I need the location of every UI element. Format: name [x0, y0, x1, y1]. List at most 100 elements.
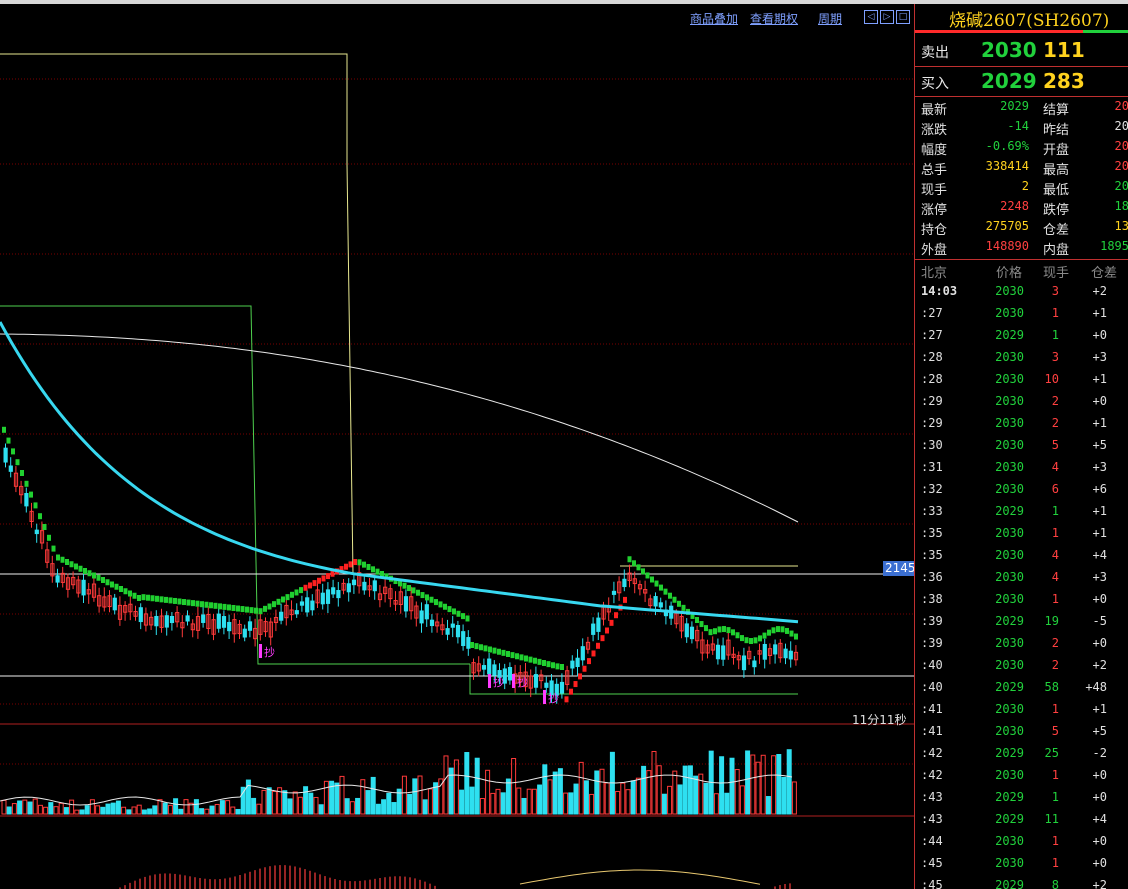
ribbon-block — [425, 594, 429, 601]
ribbon-block — [2, 426, 6, 433]
tick-row[interactable]: :44 2030 1 +0 — [915, 830, 1128, 852]
tick-row[interactable]: :28 2030 10 +1 — [915, 368, 1128, 390]
tick-row[interactable]: :27 2029 1 +0 — [915, 324, 1128, 346]
tick-row[interactable]: :28 2030 3 +3 — [915, 346, 1128, 368]
separator — [915, 66, 1128, 67]
tick-price: 2030 — [995, 460, 1024, 474]
tick-row[interactable]: :27 2030 1 +1 — [915, 302, 1128, 324]
tick-row[interactable]: :45 2030 1 +0 — [915, 852, 1128, 874]
tick-price: 2030 — [995, 438, 1024, 452]
volume-bar — [219, 800, 225, 815]
tick-row[interactable]: :43 2029 11 +4 — [915, 808, 1128, 830]
overlay-link[interactable]: 商品叠加 — [690, 10, 738, 27]
ribbon-block — [303, 584, 308, 591]
ribbon-block — [182, 599, 186, 606]
ribbon-block — [483, 645, 488, 652]
tick-price: 2029 — [995, 812, 1024, 826]
quote-value: 148890 — [985, 239, 1029, 253]
candle-body — [507, 667, 513, 681]
tick-time: :40 — [921, 680, 943, 694]
ribbon-block — [497, 648, 501, 655]
quote-value: 13 — [1114, 219, 1128, 233]
tick-row[interactable]: :35 2030 4 +4 — [915, 544, 1128, 566]
tick-row[interactable]: :35 2030 1 +1 — [915, 522, 1128, 544]
volume-bar — [115, 800, 121, 815]
ribbon-block — [24, 480, 29, 487]
volume-bar — [583, 780, 589, 815]
candlestick-chart[interactable]: 抄抄 抄抄 — [0, 4, 914, 889]
volume-bars — [0, 749, 797, 815]
ribbon-block — [713, 628, 717, 635]
tick-row[interactable]: :41 2030 5 +5 — [915, 720, 1128, 742]
tick-row[interactable]: :42 2029 25 -2 — [915, 742, 1128, 764]
tick-row[interactable]: :42 2030 1 +0 — [915, 764, 1128, 786]
tick-time: :38 — [921, 592, 943, 606]
candle-body — [3, 447, 8, 463]
volume-bar — [17, 800, 23, 815]
tick-row[interactable]: :30 2030 5 +5 — [915, 434, 1128, 456]
tick-row[interactable]: :41 2030 1 +1 — [915, 698, 1128, 720]
tick-row[interactable]: :39 2030 2 +0 — [915, 632, 1128, 654]
ribbon-block — [465, 615, 470, 622]
volume-bar — [303, 786, 309, 815]
tick-price: 2030 — [995, 658, 1024, 672]
volume-bar — [173, 798, 179, 815]
volume-bar — [417, 775, 423, 815]
separator — [915, 259, 1128, 260]
tick-row[interactable]: :40 2029 58 +48 — [915, 676, 1128, 698]
candle-body — [138, 607, 143, 623]
tick-volume: 1 — [1051, 306, 1059, 320]
ribbon-block — [96, 574, 101, 581]
ribbon-block — [146, 594, 150, 601]
candle-body — [112, 597, 117, 611]
ribbon-block — [668, 592, 672, 599]
quote-label: 最高 — [1043, 163, 1070, 178]
volume-bar — [381, 799, 387, 815]
volume-bar — [126, 809, 132, 815]
ribbon-block — [15, 459, 20, 466]
tick-row[interactable]: :36 2030 4 +3 — [915, 566, 1128, 588]
sell-price[interactable]: 2030 — [981, 38, 1037, 62]
buy-price[interactable]: 2029 — [981, 69, 1037, 93]
quote-panel: 烧碱2607(SH2607) 卖出 2030 111 买入 2029 283 最… — [914, 4, 1128, 889]
period-link[interactable]: 周期 — [818, 10, 842, 27]
tick-volume: 1 — [1051, 702, 1059, 716]
tick-row[interactable]: :43 2029 1 +0 — [915, 786, 1128, 808]
window-icon[interactable]: □ — [896, 10, 910, 24]
ribbon-block — [249, 607, 254, 614]
quote-value: 1895 — [1100, 239, 1128, 253]
arrow-left-icon[interactable]: ◁ — [864, 10, 878, 24]
ribbon-block — [330, 570, 335, 577]
tick-row[interactable]: :40 2030 2 +2 — [915, 654, 1128, 676]
arrow-right-icon[interactable]: ▷ — [880, 10, 894, 24]
volume-bar — [240, 786, 246, 815]
ribbon-block — [240, 606, 245, 613]
tick-row[interactable]: :32 2030 6 +6 — [915, 478, 1128, 500]
kline-chart-area[interactable]: 抄抄抄抄 商品叠加 查看期权 周期 ◁ ▷ □ 2145 11分11秒 — [0, 4, 918, 889]
volume-bar — [235, 808, 241, 815]
ribbon-block — [582, 665, 587, 672]
tick-row[interactable]: :39 2029 19 -5 — [915, 610, 1128, 632]
tick-row[interactable]: 14:03 2030 3 +2 — [915, 280, 1128, 302]
tick-oi: +1 — [1092, 372, 1107, 386]
tick-row[interactable]: :29 2030 2 +0 — [915, 390, 1128, 412]
tick-oi: +0 — [1092, 328, 1107, 342]
tick-row[interactable]: :38 2030 1 +0 — [915, 588, 1128, 610]
tick-row[interactable]: :29 2030 2 +1 — [915, 412, 1128, 434]
tick-price: 2030 — [995, 768, 1024, 782]
volume-bar — [547, 779, 553, 815]
candle-body — [559, 681, 565, 694]
volume-bar — [781, 776, 787, 815]
volume-bar — [344, 798, 350, 815]
tick-price: 2030 — [995, 570, 1024, 584]
tick-oi: -2 — [1092, 746, 1107, 760]
tick-row[interactable]: :33 2029 1 +1 — [915, 500, 1128, 522]
tick-price: 2029 — [995, 790, 1024, 804]
candle-body — [461, 631, 466, 647]
tick-row[interactable]: :31 2030 4 +3 — [915, 456, 1128, 478]
tick-row[interactable]: :45 2029 8 +2 — [915, 874, 1128, 889]
grid-lines — [0, 78, 914, 817]
ribbon-block — [348, 561, 353, 568]
ribbon-block — [479, 644, 483, 651]
options-link[interactable]: 查看期权 — [750, 10, 798, 27]
